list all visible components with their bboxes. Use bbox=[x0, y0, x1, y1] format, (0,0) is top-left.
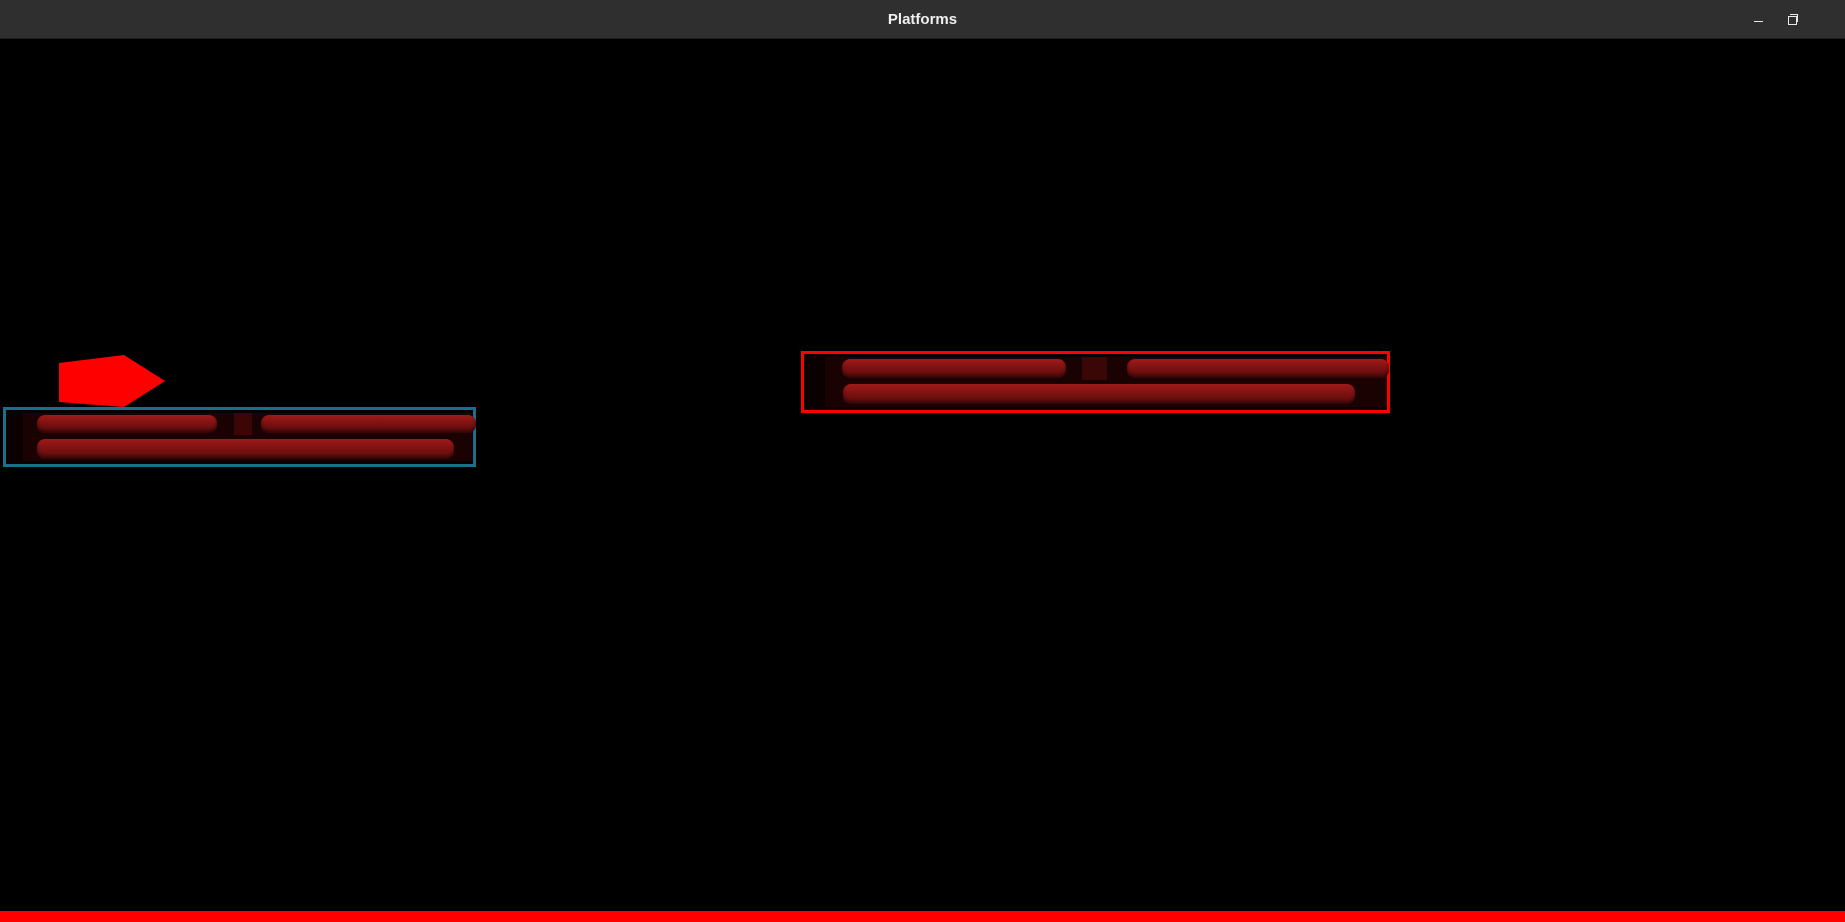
platform-right bbox=[801, 351, 1390, 413]
maximize-icon[interactable] bbox=[1788, 16, 1797, 25]
ground-floor bbox=[0, 911, 1845, 922]
platform-left-brick-3 bbox=[37, 439, 454, 459]
platform-left-brick-1 bbox=[37, 415, 217, 433]
platform-right-brick-3 bbox=[843, 384, 1355, 404]
platform-left-brick-2 bbox=[261, 415, 476, 433]
game-canvas[interactable] bbox=[0, 39, 1845, 922]
platform-left bbox=[3, 407, 476, 467]
title-bar[interactable]: Platforms ✕ bbox=[0, 0, 1845, 39]
platform-right-brick-1 bbox=[842, 359, 1066, 378]
player-shape bbox=[59, 355, 165, 407]
game-window: Platforms ✕ bbox=[0, 0, 1845, 922]
player-sprite bbox=[59, 355, 165, 407]
platform-right-mortar-1 bbox=[1082, 357, 1107, 380]
platform-left-mortar-1 bbox=[234, 413, 252, 435]
window-title: Platforms bbox=[887, 11, 958, 28]
platform-right-brick-2 bbox=[1127, 359, 1389, 378]
minimize-icon[interactable] bbox=[1754, 21, 1763, 22]
